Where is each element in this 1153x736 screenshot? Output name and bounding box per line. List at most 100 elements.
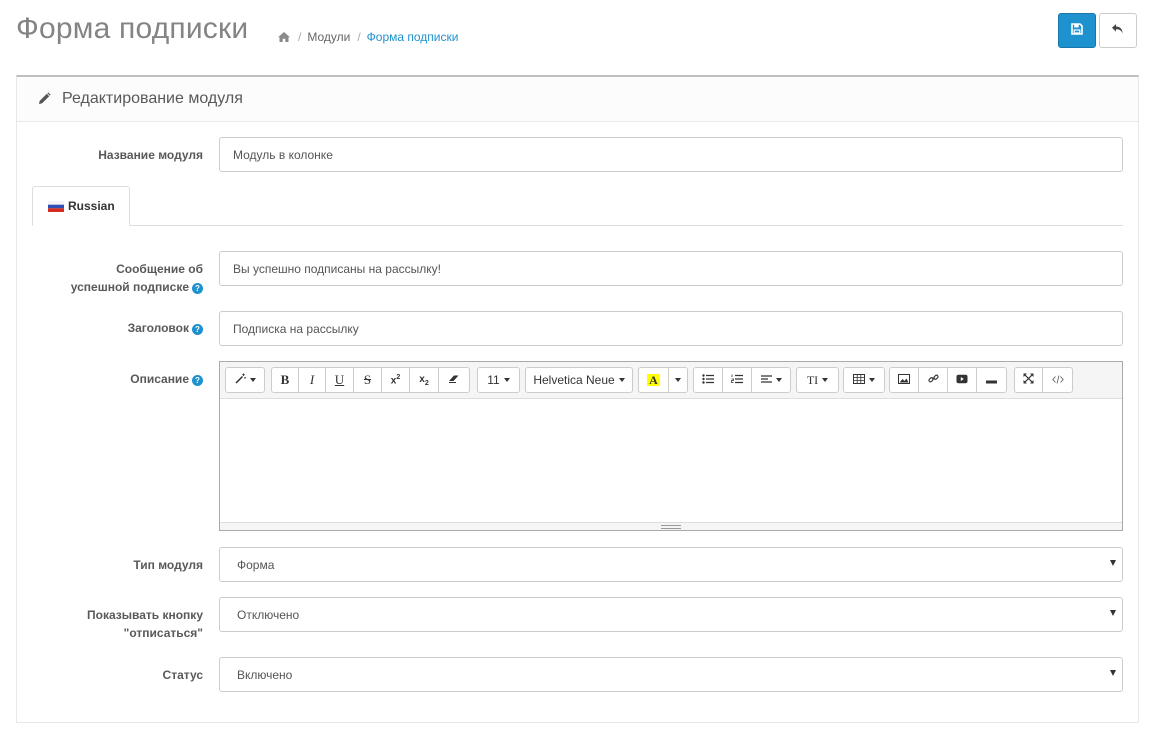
magic-wand-icon [234,373,246,387]
caret-icon [869,378,875,382]
ordered-list-button[interactable] [723,368,752,392]
caret-icon [503,378,510,382]
module-type-label-text: Тип модуля [133,558,203,572]
line-height-dropdown[interactable]: TI [797,368,838,392]
strikethrough-button[interactable]: S [354,368,382,392]
pencil-icon [37,92,51,106]
line-height-group: TI [796,367,839,393]
module-type-label: Тип модуля [133,556,203,574]
select-arrow-icon [1110,670,1116,676]
unsubscribe-label-line1: Показывать кнопку [87,608,203,622]
help-icon[interactable]: ? [192,375,203,386]
module-type-select[interactable]: Форма [219,547,1123,582]
link-icon [927,373,939,387]
minus-icon [986,373,997,387]
description-label-text: Описание [130,372,189,386]
eraser-icon [448,373,460,387]
video-icon [956,373,968,387]
home-icon[interactable] [277,31,291,43]
picture-icon [898,373,910,387]
subscript-button[interactable]: x2 [410,368,439,392]
fullscreen-button[interactable] [1015,368,1043,392]
heading-input[interactable]: Подписка на рассылку [219,311,1123,346]
align-dropdown[interactable] [752,368,790,392]
russia-flag-icon [48,200,64,212]
success-message-label-line1: Сообщение об [116,262,203,276]
font-size-group: 11 [477,367,520,393]
bold-button[interactable]: B [272,368,299,392]
heading-label-text: Заголовок [127,321,189,335]
code-view-button[interactable] [1043,368,1072,392]
text-color-button[interactable]: A [639,368,669,392]
italic-button[interactable]: I [299,368,326,392]
style-group [225,367,265,393]
description-editor: B I U S x2 x2 11 Helvetica Neue A TI [219,361,1123,531]
breadcrumb-modules[interactable]: Модули [307,30,350,44]
help-icon[interactable]: ? [192,324,203,335]
unsubscribe-select[interactable]: Отключено [219,597,1123,632]
table-icon [853,373,865,387]
table-dropdown[interactable] [844,368,884,392]
breadcrumb: / Модули / Форма подписки [277,30,458,44]
font-style-group: B I U S x2 x2 [271,367,470,393]
reply-icon [1111,23,1125,38]
font-family-value: Helvetica Neue [533,373,615,387]
list-ul-icon [702,373,714,387]
success-message-label: Сообщение об успешной подписке? [71,260,203,296]
save-icon [1071,23,1083,38]
unordered-list-button[interactable] [694,368,723,392]
superscript-button[interactable]: x2 [382,368,410,392]
text-color-icon: A [647,373,660,387]
unsubscribe-label: Показывать кнопку "отписаться" [87,606,203,642]
view-group [1014,367,1073,393]
status-select[interactable]: Включено [219,657,1123,692]
superscript-icon: x2 [390,373,401,387]
module-type-value: Форма [237,557,275,572]
insert-image-button[interactable] [890,368,919,392]
tabs-divider [32,225,1123,226]
save-button[interactable] [1058,13,1096,48]
panel-title: Редактирование модуля [62,90,243,107]
clear-format-button[interactable] [439,368,469,392]
text-height-icon: TI [806,372,819,387]
caret-icon [249,378,256,382]
tab-russian-label: Russian [68,199,115,213]
page-title: Форма подписки [16,12,249,45]
unsubscribe-value: Отключено [237,607,300,622]
text-color-dropdown[interactable] [669,368,687,392]
insert-group [889,367,1007,393]
status-value: Включено [237,667,293,682]
insert-video-button[interactable] [948,368,977,392]
module-name-input[interactable]: Модуль в колонке [219,137,1123,172]
status-label-text: Статус [162,668,203,682]
horizontal-rule-button[interactable] [977,368,1006,392]
fullscreen-icon [1023,373,1034,387]
font-family-dropdown[interactable]: Helvetica Neue [526,368,632,392]
breadcrumb-current[interactable]: Форма подписки [367,30,459,44]
module-name-label: Название модуля [98,146,203,164]
table-group [843,367,885,393]
status-label: Статус [163,666,203,684]
style-dropdown[interactable] [226,368,264,392]
caret-icon [675,378,681,382]
font-size-value: 11 [487,373,500,387]
caret-icon [822,378,829,382]
description-label: Описание? [130,370,203,388]
font-family-group: Helvetica Neue [525,367,633,393]
tab-russian[interactable]: Russian [32,186,130,226]
insert-link-button[interactable] [919,368,948,392]
editor-resize-handle[interactable] [220,522,1122,530]
underline-button[interactable]: U [326,368,354,392]
editor-toolbar: B I U S x2 x2 11 Helvetica Neue A TI [220,362,1122,399]
success-message-input[interactable]: Вы успешно подписаны на рассылку! [219,251,1123,286]
description-editor-area[interactable] [220,399,1122,523]
select-arrow-icon [1110,610,1116,616]
panel-heading: Редактирование модуля [17,77,1138,122]
help-icon[interactable]: ? [192,283,203,294]
paragraph-group [693,367,791,393]
code-icon [1051,373,1064,387]
back-button[interactable] [1099,13,1137,48]
list-ol-icon [731,373,743,387]
font-size-dropdown[interactable]: 11 [478,368,519,392]
color-group: A [638,367,688,393]
